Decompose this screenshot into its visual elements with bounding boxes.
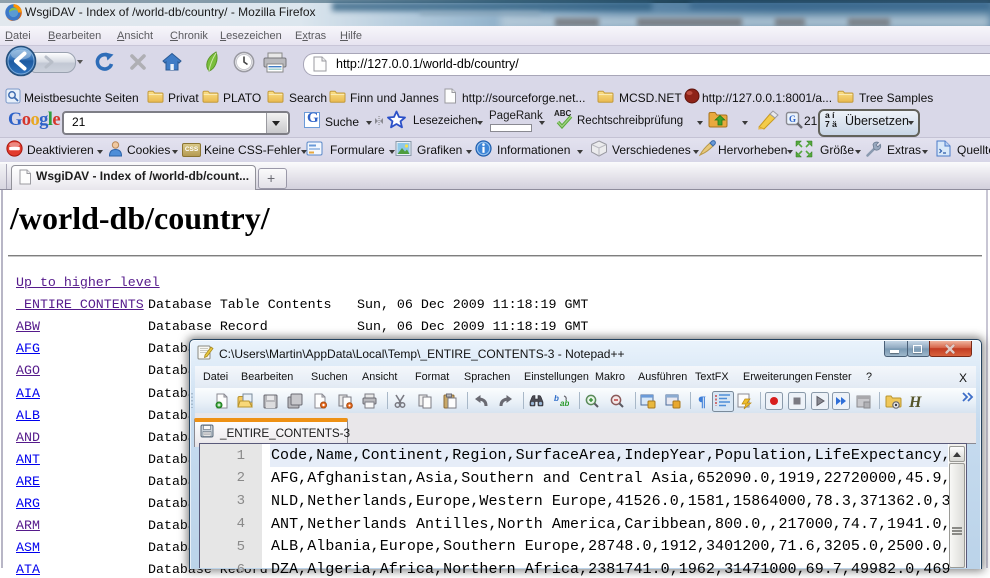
svg-text:ab: ab: [560, 399, 569, 408]
svg-text:G: G: [789, 114, 796, 124]
svg-text:¶: ¶: [698, 394, 706, 409]
svg-text:b: b: [554, 394, 559, 403]
svg-text:H: H: [908, 394, 922, 409]
